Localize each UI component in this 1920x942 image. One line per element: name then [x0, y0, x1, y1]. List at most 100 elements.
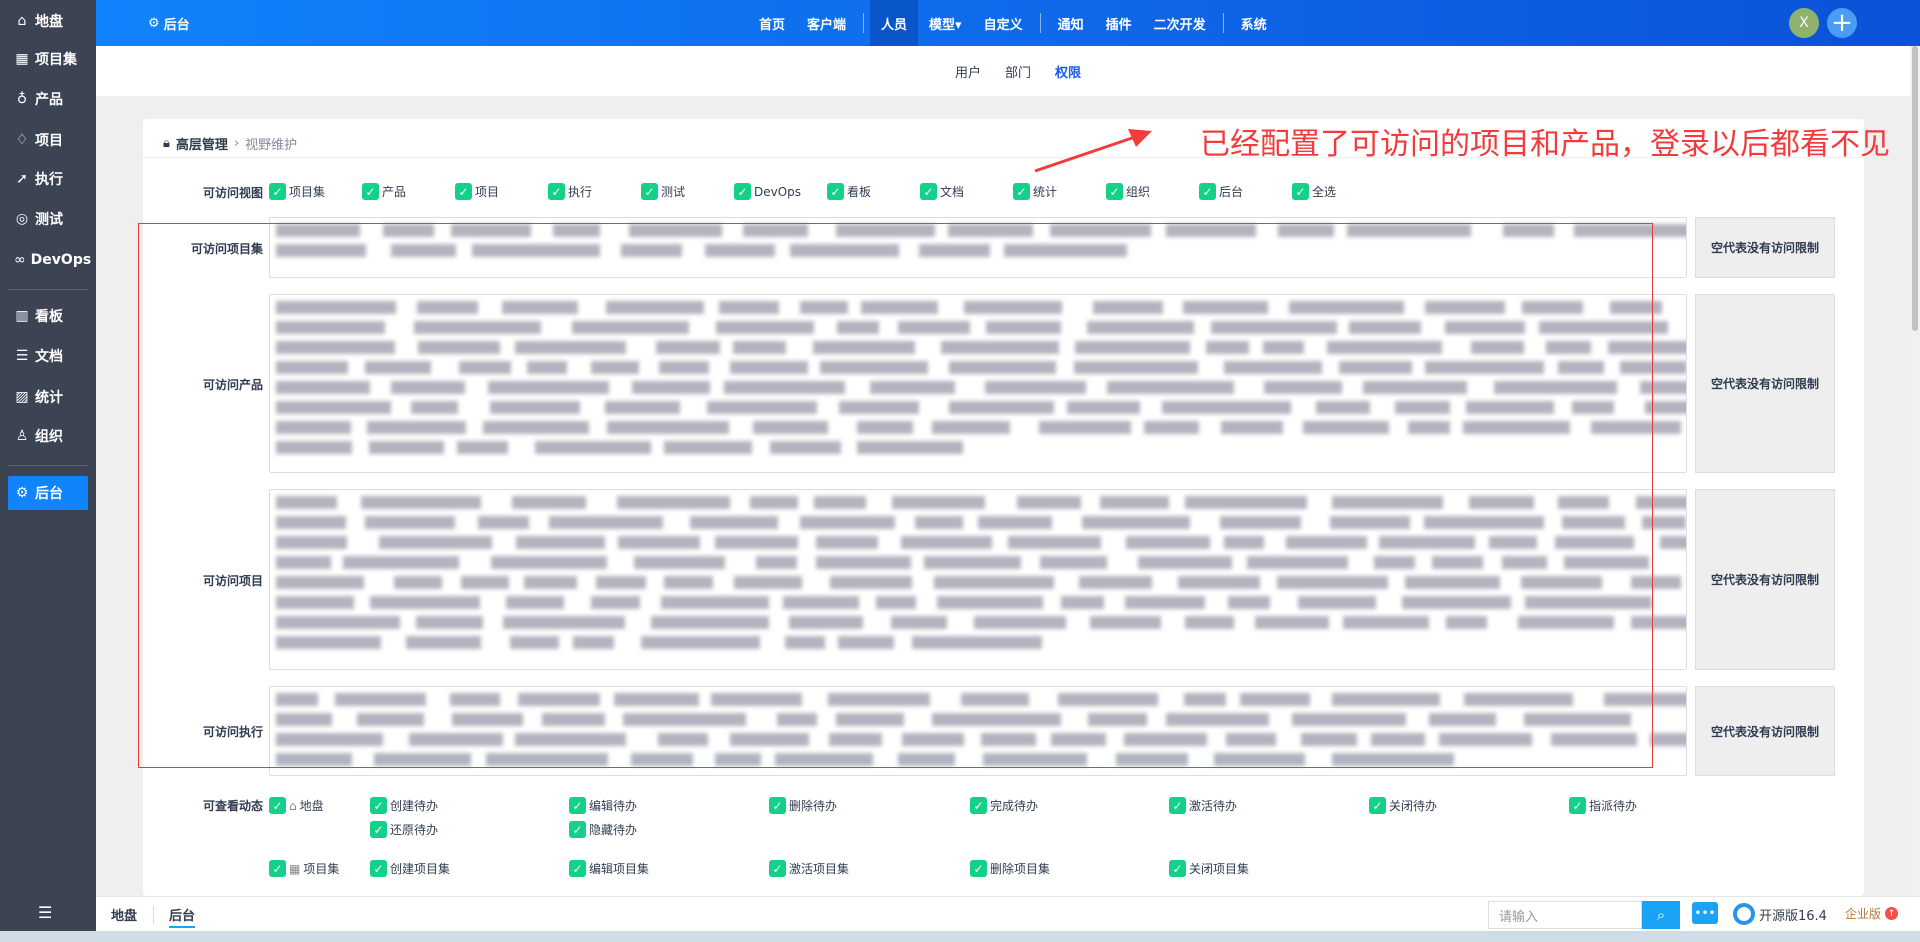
sidebar-item-3[interactable]: ♢ 项目 [8, 123, 88, 157]
view-checkbox-5[interactable]: ✓ DevOps [734, 183, 801, 200]
selected-tag-redacted [1093, 301, 1163, 314]
sidebar-item-10[interactable]: ♙ 组织 [8, 419, 88, 453]
selected-tag-redacted [1184, 693, 1226, 706]
dynamics-checkbox[interactable]: ✓ 完成待办 [970, 797, 1038, 814]
dynamics-checkbox[interactable]: ✓ 删除项目集 [970, 860, 1050, 877]
selected-tag-redacted [514, 341, 627, 354]
sidebar-item-0[interactable]: ⌂ 地盘 [8, 4, 88, 38]
nav-item-7[interactable]: 通知 [1047, 0, 1095, 46]
access-select-2[interactable] [269, 489, 1687, 670]
selected-tag-redacted [940, 341, 1059, 354]
selected-tag-redacted [276, 224, 361, 237]
selected-tag-redacted [364, 361, 432, 374]
view-checkbox-11[interactable]: ✓ 全选 [1292, 183, 1336, 200]
dynamics-checkbox[interactable]: ✓ 编辑待办 [569, 797, 637, 814]
selected-tag-redacted [1374, 556, 1416, 569]
dynamics-checkbox[interactable]: ✓ 关闭项目集 [1169, 860, 1249, 877]
selected-tag-redacted [985, 381, 1087, 394]
selected-tag-redacted [516, 536, 605, 549]
view-checkbox-3[interactable]: ✓ 执行 [548, 183, 592, 200]
dynamics-checkbox[interactable]: ✓ 指派待办 [1569, 797, 1637, 814]
version-info[interactable]: 开源版16.4 [1733, 903, 1827, 925]
nav-item-1[interactable]: 客户端 [796, 0, 857, 46]
nav-item-9[interactable]: 二次开发 [1143, 0, 1217, 46]
dynamics-checkbox[interactable]: ✓ 创建待办 [370, 797, 438, 814]
selected-tag-redacted [1075, 341, 1191, 354]
nav-item-0[interactable]: 首页 [748, 0, 796, 46]
selected-tag-redacted [630, 753, 694, 766]
chat-icon[interactable]: ••• [1692, 902, 1718, 924]
view-checkbox-6[interactable]: ✓ 看板 [827, 183, 871, 200]
subnav-tab-0[interactable]: 用户 [955, 62, 981, 81]
selected-tag-redacted [571, 321, 690, 334]
selected-tag-redacted [650, 616, 769, 629]
selected-tag-redacted [502, 301, 579, 314]
dynamics-checkbox[interactable]: ✓ 关闭待办 [1369, 797, 1437, 814]
view-checkbox-10[interactable]: ✓ 后台 [1199, 183, 1243, 200]
selected-tag-redacted [1277, 224, 1334, 237]
sidebar-item-6[interactable]: ∞ DevOps [8, 243, 91, 277]
access-select-1[interactable] [269, 294, 1687, 473]
search-button[interactable]: ⌕ [1642, 901, 1680, 929]
search-input[interactable]: 请输入 [1488, 901, 1642, 929]
sidebar-item-5[interactable]: ◎ 测试 [8, 202, 88, 236]
selected-tag-redacted [1060, 596, 1104, 609]
dynamics-checkbox[interactable]: ✓ 创建项目集 [370, 860, 450, 877]
dynamics-checkbox[interactable]: ✓ 隐藏待办 [569, 821, 637, 838]
view-checkbox-0[interactable]: ✓ 项目集 [269, 183, 325, 200]
sidebar-item-4[interactable]: ➚ 执行 [8, 162, 88, 196]
sidebar-item-1[interactable]: ▦ 项目集 [8, 42, 88, 76]
create-button[interactable]: + [1827, 8, 1857, 38]
selected-tag-redacted [949, 401, 1054, 414]
nav-item-4[interactable]: 模型▾ [918, 0, 973, 46]
subnav-tab-1[interactable]: 部门 [1005, 62, 1031, 81]
content-card: 🔒︎ 高层管理 › 视野维护 可访问视图 ✓ 项目集 ✓ 产品 ✓ 项目 ✓ 执行 ✓ 测试 ✓ De… [143, 119, 1864, 896]
subnav-tab-2[interactable]: 权限 [1055, 62, 1081, 81]
selected-tag-redacted [974, 616, 1066, 629]
selected-tag-redacted [276, 421, 351, 434]
enterprise-upgrade-link[interactable]: 企业版 ↑ [1845, 905, 1899, 922]
view-checkbox-9[interactable]: ✓ 组织 [1106, 183, 1150, 200]
dynamics-group-1[interactable]: ✓ ▦ 项目集 [269, 860, 339, 877]
selected-tag-redacted [1564, 556, 1649, 569]
selected-tag-redacted [1292, 713, 1406, 726]
sidebar-item-2[interactable]: ♁ 产品 [8, 82, 88, 116]
view-checkbox-2[interactable]: ✓ 项目 [455, 183, 499, 200]
avatar[interactable]: X [1789, 8, 1819, 38]
dynamics-checkbox[interactable]: ✓ 激活待办 [1169, 797, 1237, 814]
view-checkbox-7[interactable]: ✓ 文档 [920, 183, 964, 200]
checkbox-checked-icon: ✓ [920, 183, 937, 200]
sidebar-item-7[interactable]: ▥ 看板 [8, 299, 88, 333]
bottom-tab-dashboard[interactable]: 地盘 [111, 905, 137, 924]
dynamics-group-0[interactable]: ✓ ⌂ 地盘 [269, 797, 324, 814]
bottom-tab-admin[interactable]: 后台 [169, 905, 196, 928]
app-title[interactable]: ⚙ 后台 [148, 0, 190, 46]
access-select-0[interactable] [269, 217, 1687, 278]
sub-nav: 用户 部门 权限 [96, 46, 1910, 96]
scrollbar[interactable] [1910, 46, 1920, 931]
breadcrumb-parent[interactable]: 高层管理 [176, 134, 228, 153]
view-checkbox-8[interactable]: ✓ 统计 [1013, 183, 1057, 200]
selected-tag-redacted [1288, 301, 1405, 314]
selected-tag-redacted [621, 244, 683, 257]
nav-item-5[interactable]: 自定义 [973, 0, 1034, 46]
dynamics-checkbox[interactable]: ✓ 编辑项目集 [569, 860, 649, 877]
selected-tag-redacted [276, 441, 353, 454]
sidebar-item-8[interactable]: ☰ 文档 [8, 339, 88, 373]
nav-item-3[interactable]: 人员 [870, 0, 919, 46]
sidebar-item-11[interactable]: ⚙ 后台 [8, 476, 88, 510]
view-checkbox-1[interactable]: ✓ 产品 [362, 183, 406, 200]
menu-toggle-icon[interactable]: ☰ [38, 903, 52, 922]
dynamics-checkbox[interactable]: ✓ 还原待办 [370, 821, 438, 838]
upgrade-icon: ↑ [1885, 907, 1899, 920]
view-checkbox-4[interactable]: ✓ 测试 [641, 183, 685, 200]
selected-tag-redacted [914, 516, 963, 529]
nav-item-8[interactable]: 插件 [1095, 0, 1143, 46]
nav-item-11[interactable]: 系统 [1230, 0, 1278, 46]
sidebar-item-9[interactable]: ▨ 统计 [8, 380, 88, 414]
selected-tag-redacted [788, 616, 864, 629]
access-select-3[interactable] [269, 686, 1687, 776]
dynamics-checkbox[interactable]: ✓ 激活项目集 [769, 860, 849, 877]
dynamics-checkbox[interactable]: ✓ 删除待办 [769, 797, 837, 814]
selected-tag-redacted [1040, 556, 1108, 569]
